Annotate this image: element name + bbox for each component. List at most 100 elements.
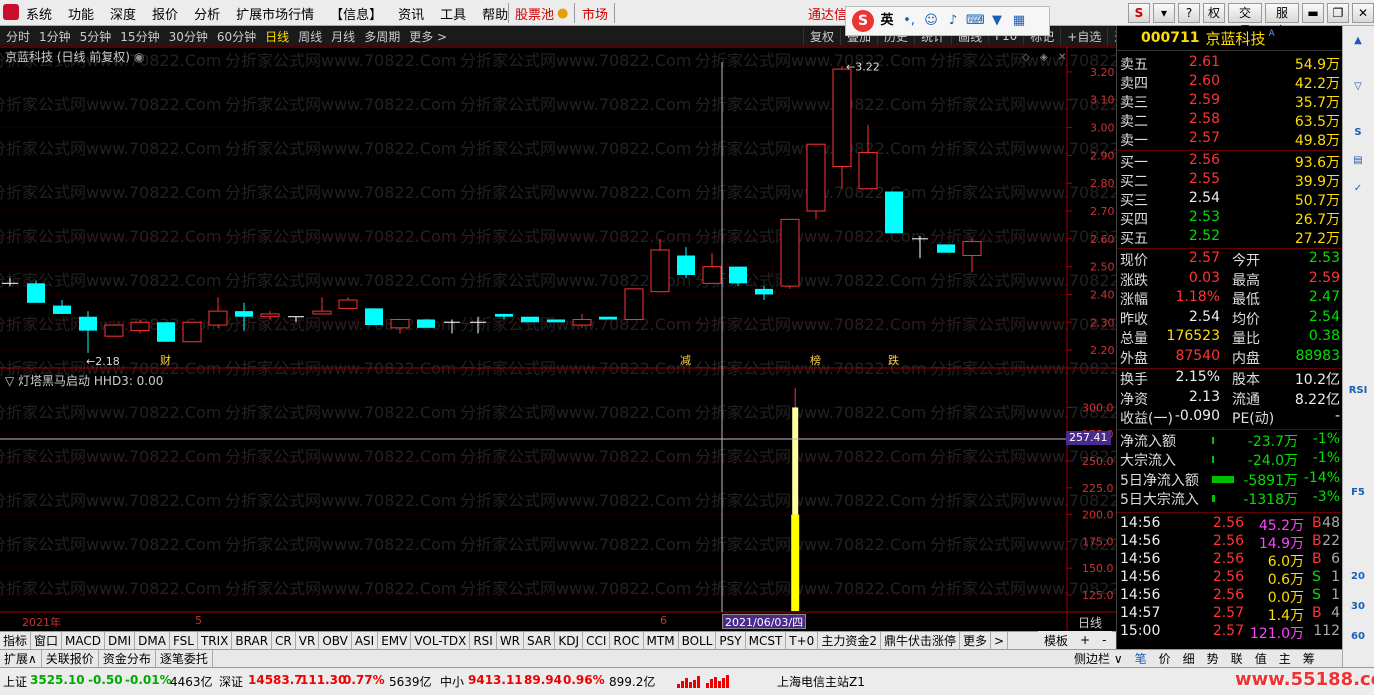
indicator-tab[interactable]: PSY [716,631,746,650]
keyboard-icon[interactable]: ⌨ [966,12,985,30]
indicator-tab[interactable]: BRAR [232,631,273,650]
indicator-expand-icon[interactable]: ▽ [5,374,18,388]
ask-row[interactable]: 卖一 2.57 49.8万 [1120,130,1340,149]
indicator-tab[interactable]: MACD [62,631,106,650]
menu-item[interactable]: 系统 [26,4,52,23]
indicator-tab[interactable]: 指标 [0,631,32,650]
indicator-tab[interactable]: 更多 [960,631,991,650]
grid-icon[interactable]: ▤ [1347,150,1369,170]
period-tab[interactable]: 日线 [265,28,289,45]
event-marker[interactable]: 减 [680,354,691,367]
menu-item[interactable]: 功能 [68,4,94,23]
indicator-tab[interactable]: OBV [319,631,352,650]
indicator-tab[interactable]: TRIX [198,631,233,650]
indicator-tab[interactable]: VOL-TDX [411,631,471,650]
sogou-small-icon[interactable]: S [1128,3,1150,23]
indicator-tab[interactable]: RSI [470,631,497,650]
ask-row[interactable]: 卖三 2.59 35.7万 [1120,92,1340,111]
indicator-tab[interactable]: 主力资金2 [818,631,881,650]
indicator-tab[interactable]: DMI [105,631,136,650]
extension-tab[interactable]: 资金分布 [99,650,156,667]
indicator-tab[interactable]: EMV [378,631,412,650]
indicator-tab[interactable]: BOLL [679,631,717,650]
kline-chart[interactable]: 分折家公式网www.70822.Com 分折家公式网www.70822.Com 分折… [0,46,1116,631]
menu-item[interactable]: 工具 [440,4,466,23]
menu-item[interactable]: 深度 [110,4,136,23]
indicator-tab[interactable]: MCST [746,631,787,650]
bid-row[interactable]: 买三 2.54 50.7万 [1120,190,1340,209]
indicator-tab[interactable]: 窗口 [31,631,63,650]
extension-tab[interactable]: 逐笔委托 [156,650,213,667]
sogou-ime-icon[interactable]: S [852,10,874,32]
toolbox-icon[interactable]: ▦ [1010,12,1028,30]
settings-icon[interactable]: ◈ [1040,52,1048,63]
side-tab[interactable]: 筹 [1297,650,1321,667]
period-tab[interactable]: 多周期 [364,28,400,45]
extension-tab[interactable]: 扩展∧ [0,650,42,667]
indicator-tab[interactable]: ASI [352,631,379,650]
mic-icon[interactable]: ♪ [944,12,962,30]
period-tab[interactable]: 分时 [6,28,30,45]
indicator-tab[interactable]: FSL [170,631,198,650]
indicator-tab[interactable]: 鼎牛伏击涨停 [881,631,960,650]
s-icon[interactable]: S [1347,122,1369,142]
menu-item[interactable]: 分析 [194,4,220,23]
indicator-tab[interactable]: DMA [135,631,170,650]
ask-row[interactable]: 卖二 2.58 63.5万 [1120,111,1340,130]
period-tab[interactable]: 5分钟 [80,28,112,45]
trade-button[interactable]: 交易 [1228,3,1262,38]
side-tab[interactable]: 价 [1153,650,1177,667]
ask-row[interactable]: 卖四 2.60 42.2万 [1120,73,1340,92]
side-tab[interactable]: 侧边栏 ∨ [1068,650,1129,667]
period-tab[interactable]: 15分钟 [120,28,159,45]
close-pane-icon[interactable]: ✕ [1058,52,1066,63]
period-60-icon[interactable]: 60 [1347,626,1369,646]
side-tab[interactable]: 笔 [1129,650,1153,667]
event-marker[interactable]: 跌 [888,353,899,367]
server-status[interactable]: 上海电信主站Z1 [777,673,865,690]
ime-lang-label[interactable]: 英 [878,12,896,30]
indicator-tab[interactable]: > [991,631,1009,650]
template-button[interactable]: - [1096,633,1112,647]
service-button[interactable]: 服务 [1265,3,1299,38]
up-arrow-icon[interactable]: ▲ [1347,30,1369,50]
period-tab[interactable]: 月线 [331,28,355,45]
indicator-tab[interactable]: KDJ [555,631,584,650]
down-arrow-icon[interactable]: ▽ [1347,76,1369,96]
ask-row[interactable]: 卖五 2.61 54.9万 [1120,54,1340,73]
template-button[interactable]: + [1074,633,1096,647]
period-tab[interactable]: 1分钟 [39,28,71,45]
close-icon[interactable]: ✕ [1352,3,1374,23]
indicator-tab[interactable]: WR [497,631,525,650]
bid-row[interactable]: 买二 2.55 39.9万 [1120,171,1340,190]
check-icon[interactable]: ✓ [1347,178,1369,198]
minimize-icon[interactable]: ▬ [1302,3,1324,23]
menu-item[interactable]: 资讯 [398,4,424,23]
event-marker[interactable]: 榜 [810,353,821,367]
stockpool-menu[interactable]: 股票池 ● [515,0,568,26]
bid-row[interactable]: 买一 2.56 93.6万 [1120,152,1340,171]
period-tab[interactable]: 30分钟 [169,28,208,45]
template-button[interactable]: 模板 [1038,632,1074,649]
diamond-icon[interactable]: ◇ [1022,52,1030,63]
chart-tool-button[interactable]: 复权 [803,27,840,45]
emoji-icon[interactable]: ☺ [922,12,940,30]
punctuation-icon[interactable]: •, [900,12,918,30]
dropdown-icon[interactable]: ▾ [1153,3,1175,23]
indicator-tab[interactable]: T+0 [786,631,819,650]
menu-item[interactable]: 报价 [152,4,178,23]
chart-tool-button[interactable]: +自选 [1060,27,1107,45]
indicator-tab[interactable]: MTM [644,631,679,650]
side-tab[interactable]: 联 [1225,650,1249,667]
menu-item[interactable]: 帮助 [482,4,508,23]
restore-icon[interactable]: ❐ [1327,3,1349,23]
indicator-tab[interactable]: CCI [583,631,611,650]
window-label[interactable]: 权 [1203,3,1225,23]
skin-icon[interactable]: ▼ [988,12,1006,30]
bid-row[interactable]: 买四 2.53 26.7万 [1120,209,1340,228]
rsi-icon[interactable]: RSI [1347,380,1369,400]
period-20-icon[interactable]: 20 [1347,566,1369,586]
period-tab[interactable]: 60分钟 [217,28,256,45]
indicator-tab[interactable]: CR [272,631,296,650]
indicator-tab[interactable]: ROC [610,631,644,650]
